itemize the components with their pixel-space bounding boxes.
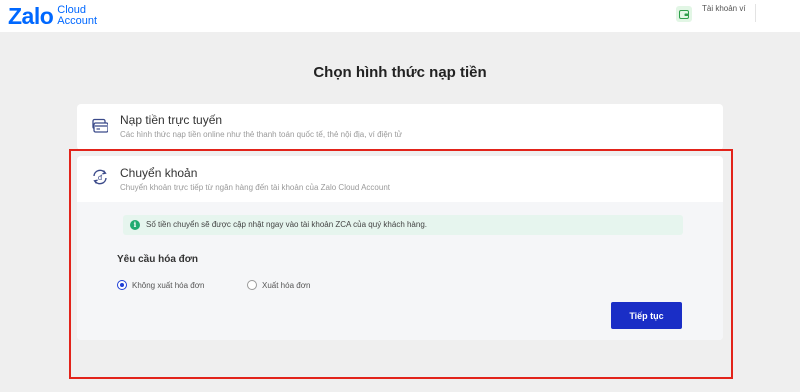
highlight-box [69,149,733,379]
wallet-icon[interactable] [676,6,692,22]
logo-subtitle: Cloud Account [57,5,97,27]
zalo-cloud-logo[interactable]: Zalo Cloud Account [8,3,97,29]
method-online-title: Nạp tiền trực tuyến [120,113,223,127]
logo-text: Zalo [8,3,54,29]
account-wallet-label[interactable]: Tài khoản ví [702,4,746,13]
credit-card-icon [92,117,109,138]
method-online-card[interactable]: Nạp tiền trực tuyến Các hình thức nạp ti… [77,104,723,150]
logo-subtitle-line2: Account [57,15,98,27]
page-title: Chọn hình thức nạp tiền [313,64,487,81]
top-bar: Zalo Cloud Account Tài khoản ví [0,0,800,32]
divider [755,4,756,22]
method-online-description: Các hình thức nạp tiền online như thẻ th… [120,130,403,139]
